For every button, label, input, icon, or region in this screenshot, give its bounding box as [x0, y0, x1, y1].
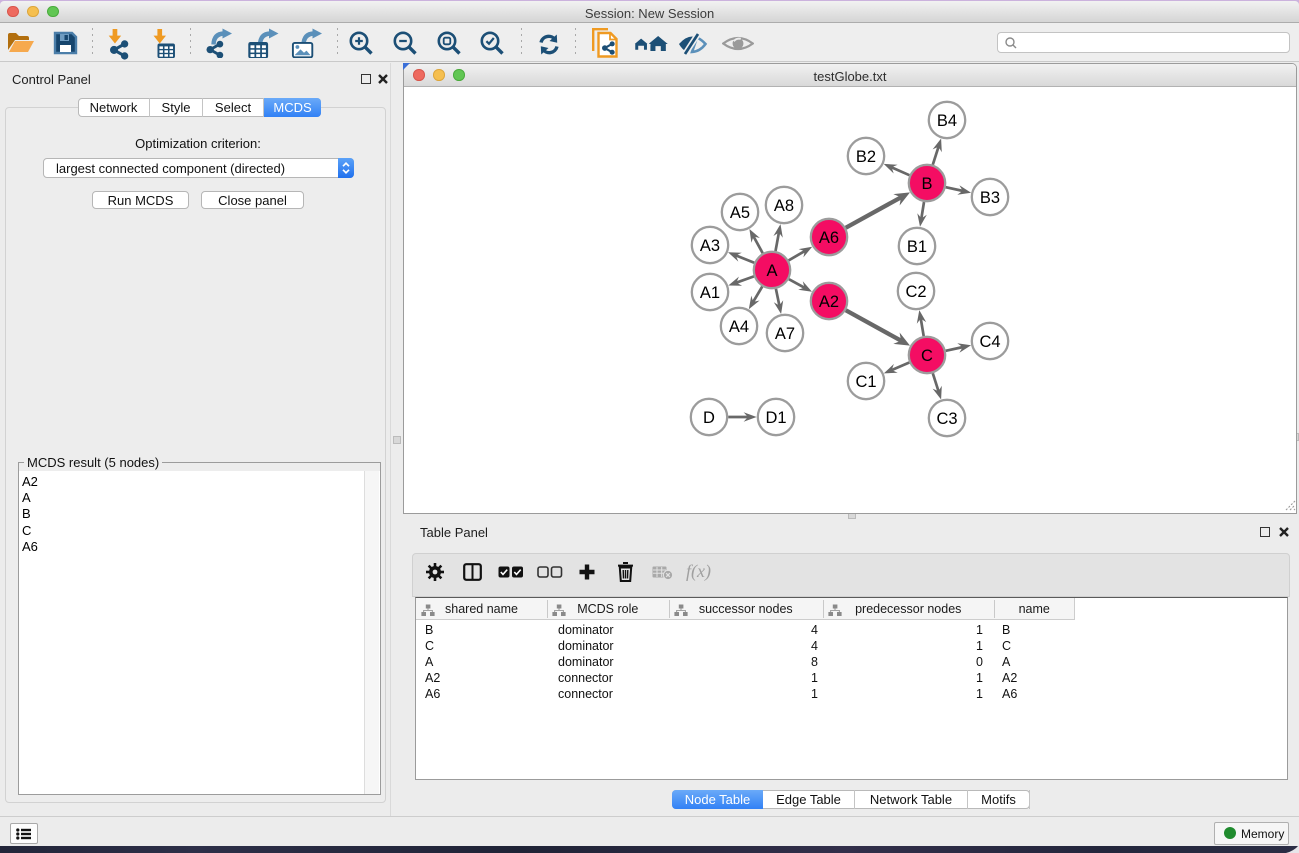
svg-text:A2: A2: [819, 293, 839, 311]
svg-text:A: A: [766, 262, 777, 280]
svg-text:D1: D1: [765, 409, 786, 427]
svg-text:C: C: [921, 347, 933, 365]
svg-text:B: B: [921, 175, 932, 193]
svg-text:A7: A7: [775, 325, 795, 343]
svg-text:A4: A4: [729, 318, 749, 336]
svg-text:C3: C3: [936, 410, 957, 428]
svg-text:B2: B2: [856, 148, 876, 166]
svg-text:C2: C2: [905, 283, 926, 301]
svg-text:A6: A6: [819, 229, 839, 247]
svg-text:C4: C4: [979, 333, 1000, 351]
svg-text:D: D: [703, 409, 715, 427]
svg-text:A3: A3: [700, 237, 720, 255]
svg-text:A1: A1: [700, 284, 720, 302]
svg-text:C1: C1: [855, 373, 876, 391]
svg-text:B1: B1: [907, 238, 927, 256]
svg-text:A5: A5: [730, 204, 750, 222]
svg-text:A8: A8: [774, 197, 794, 215]
svg-text:B4: B4: [937, 112, 957, 130]
svg-text:B3: B3: [980, 189, 1000, 207]
